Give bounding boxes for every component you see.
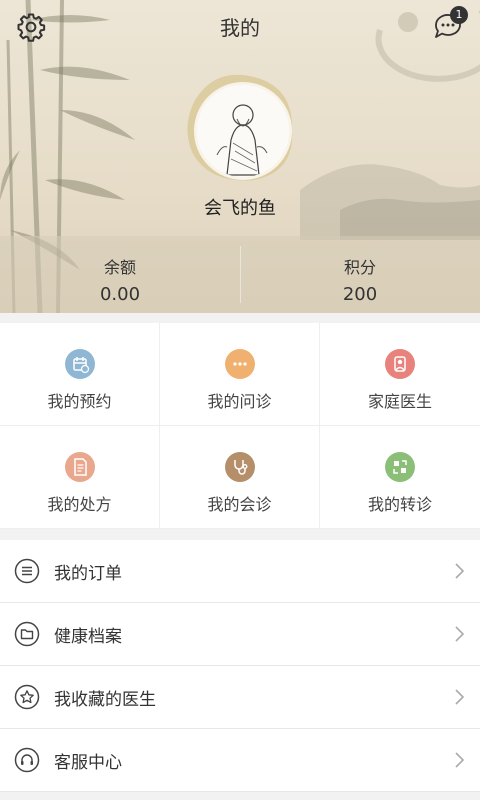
avatar-image bbox=[194, 82, 292, 180]
page-title: 我的 bbox=[220, 16, 260, 40]
balance-value: 0.00 bbox=[99, 284, 141, 305]
chevron-right-icon bbox=[455, 626, 465, 642]
list-item-label: 客服中心 bbox=[54, 753, 122, 773]
username: 会飞的鱼 bbox=[204, 198, 276, 219]
account-stats: 余额 0.00 积分 200 bbox=[0, 236, 480, 313]
grid-label: 我的问诊 bbox=[207, 392, 272, 411]
balance-label: 余额 bbox=[103, 258, 136, 277]
grid-label: 我的转诊 bbox=[367, 495, 432, 514]
list-icon bbox=[14, 558, 40, 584]
grid-item-referrals[interactable]: 我的转诊 bbox=[320, 426, 480, 529]
profile-header: 我的 1 会飞的鱼 余额 0.00 积分 200 bbox=[0, 0, 480, 313]
list-item-label: 我收藏的医生 bbox=[54, 690, 156, 710]
chevron-right-icon bbox=[455, 563, 465, 579]
grid-label: 家庭医生 bbox=[367, 392, 432, 411]
balance-stat[interactable]: 余额 0.00 bbox=[0, 236, 240, 313]
grid-item-family-doctor[interactable]: 家庭医生 bbox=[320, 323, 480, 426]
list-item-orders[interactable]: 我的订单 bbox=[0, 540, 480, 603]
star-icon bbox=[14, 684, 40, 710]
points-label: 积分 bbox=[343, 258, 376, 277]
chevron-right-icon bbox=[455, 752, 465, 768]
avatar[interactable] bbox=[184, 72, 296, 184]
list-item-favorite-doctors[interactable]: 我收藏的医生 bbox=[0, 666, 480, 729]
transfer-icon bbox=[385, 452, 415, 482]
grid-item-appointments[interactable]: 我的预约 bbox=[0, 323, 160, 426]
grid-label: 我的会诊 bbox=[207, 495, 272, 514]
folder-icon bbox=[14, 621, 40, 647]
doctor-icon bbox=[385, 349, 415, 379]
menu-list: 我的订单 健康档案 我收藏的医生 客服中心 bbox=[0, 540, 480, 792]
chat-dots-icon bbox=[224, 349, 255, 379]
calendar-icon bbox=[64, 349, 95, 379]
points-stat[interactable]: 积分 200 bbox=[240, 236, 480, 313]
chevron-right-icon bbox=[455, 689, 465, 705]
grid-item-prescriptions[interactable]: 我的处方 bbox=[0, 426, 160, 529]
grid-item-joint-consultation[interactable]: 我的会诊 bbox=[160, 426, 320, 529]
points-value: 200 bbox=[342, 284, 378, 305]
stethoscope-icon bbox=[224, 452, 255, 482]
grid-label: 我的处方 bbox=[47, 495, 112, 514]
prescription-icon bbox=[64, 452, 95, 482]
list-item-health-records[interactable]: 健康档案 bbox=[0, 603, 480, 666]
grid-item-consultations[interactable]: 我的问诊 bbox=[160, 323, 320, 426]
gear-icon[interactable] bbox=[16, 12, 46, 42]
list-item-label: 我的订单 bbox=[54, 564, 122, 584]
headset-icon bbox=[14, 747, 40, 773]
list-item-label: 健康档案 bbox=[54, 627, 122, 647]
list-item-customer-service[interactable]: 客服中心 bbox=[0, 729, 480, 792]
message-badge: 1 bbox=[450, 6, 468, 24]
service-grid: 我的预约 我的问诊 家庭医生 我的处方 我的会诊 我的转诊 bbox=[0, 323, 480, 529]
grid-label: 我的预约 bbox=[47, 392, 112, 411]
